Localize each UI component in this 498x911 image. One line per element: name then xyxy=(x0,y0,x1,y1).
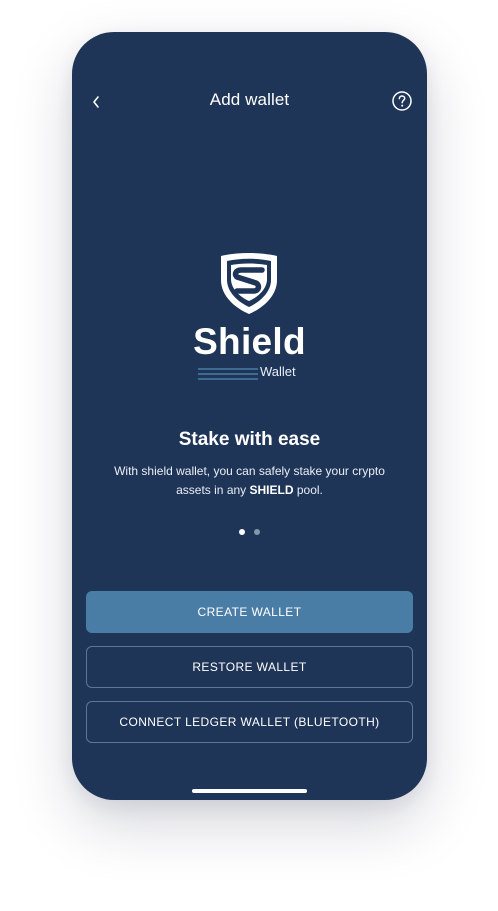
create-wallet-button[interactable]: CREATE WALLET xyxy=(86,591,413,633)
description-bold: SHIELD xyxy=(249,483,294,497)
logo-lines xyxy=(198,368,258,380)
connect-ledger-button[interactable]: CONNECT LEDGER WALLET (BLUETOOTH) xyxy=(86,701,413,743)
page-indicator xyxy=(72,529,427,535)
page-title: Add wallet xyxy=(209,90,290,109)
header: Add wallet xyxy=(72,84,427,120)
question-circle-icon xyxy=(392,91,412,111)
page-dot-1[interactable] xyxy=(239,529,245,535)
page-dot-2[interactable] xyxy=(254,529,260,535)
screen-stage: Add wallet Shield Wallet Stake with ease… xyxy=(0,0,498,911)
restore-wallet-button[interactable]: RESTORE WALLET xyxy=(86,646,413,688)
onboarding-headline: Stake with ease xyxy=(178,429,321,450)
logo-subtitle: Wallet xyxy=(260,364,296,379)
description-suffix: pool. xyxy=(293,483,323,497)
onboarding-description: With shield wallet, you can safely stake… xyxy=(108,462,391,500)
home-indicator[interactable] xyxy=(192,789,307,793)
help-button[interactable] xyxy=(391,90,413,112)
phone-frame: Add wallet Shield Wallet Stake with ease… xyxy=(72,32,427,800)
shield-logo: Shield Wallet xyxy=(72,250,427,385)
logo-wordmark: Shield xyxy=(193,321,306,362)
shield-logo-icon xyxy=(221,253,277,314)
